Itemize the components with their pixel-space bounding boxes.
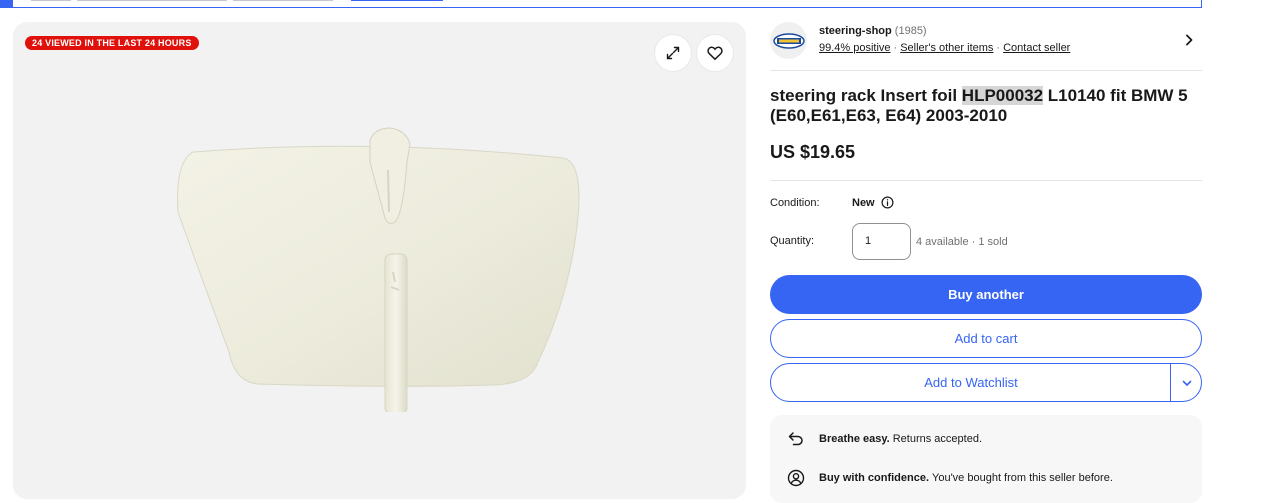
expand-icon (666, 46, 680, 60)
banner-text-fragment (31, 0, 71, 1)
add-to-cart-button[interactable]: Add to cart (770, 319, 1202, 358)
confidence-text: You've bought from this seller before. (932, 472, 1113, 484)
listing-title: steering rack Insert foil HLP00032 L1014… (770, 86, 1202, 126)
seller-card[interactable]: steering-shop (1985) 99.4% positive · Sell… (770, 22, 1202, 70)
assurance-panel: Breathe easy. Returns accepted. Buy with… (770, 415, 1202, 503)
returns-bold: Breathe easy. (819, 433, 890, 445)
contact-seller-link[interactable]: Contact seller (1003, 42, 1070, 54)
seller-logo-image (772, 32, 805, 49)
buy-another-button[interactable]: Buy another (770, 275, 1202, 314)
availability-text: 4 available · 1 sold (916, 236, 1008, 248)
add-to-watchlist-button[interactable]: Add to Watchlist (771, 375, 1171, 390)
user-circle-icon (786, 468, 806, 488)
seller-logo[interactable] (770, 22, 807, 59)
seller-feedback-count: (1985) (894, 25, 927, 37)
viewed-badge: 24 VIEWED IN THE LAST 24 HOURS (25, 36, 199, 50)
top-banner (0, 0, 1202, 8)
title-highlight: HLP00032 (961, 86, 1044, 105)
item-price: US $19.65 (770, 142, 856, 162)
condition-label: Condition: (770, 197, 820, 209)
quantity-input[interactable]: 1 (852, 223, 911, 260)
confidence-bold: Buy with confidence. (819, 472, 930, 484)
chevron-down-icon (1182, 380, 1191, 386)
watchlist-dropdown-button[interactable] (1171, 364, 1202, 401)
seller-links: 99.4% positive · Seller's other items · Cont… (819, 42, 1070, 54)
expand-button[interactable] (655, 35, 691, 71)
title-text: steering rack Insert foil (770, 86, 962, 105)
condition-value: New (852, 196, 875, 209)
product-image[interactable] (163, 122, 593, 412)
banner-text-fragment (77, 0, 227, 1)
watchlist-button-group: Add to Watchlist (770, 363, 1202, 402)
divider (770, 180, 1202, 181)
watch-heart-button[interactable] (697, 35, 733, 71)
banner-icon (1, 0, 13, 7)
image-gallery[interactable]: 24 VIEWED IN THE LAST 24 HOURS (13, 22, 746, 499)
chevron-right-icon[interactable] (1182, 33, 1196, 47)
seller-name-line: steering-shop (1985) (819, 25, 927, 37)
separator: · (996, 42, 1001, 54)
condition-value-group: New (852, 196, 894, 209)
banner-link[interactable] (351, 0, 443, 1)
confidence-row: Buy with confidence. You've bought from … (786, 468, 1113, 488)
return-arrow-icon (786, 429, 806, 449)
seller-positive-link[interactable]: 99.4% positive (819, 42, 891, 54)
divider (770, 70, 1202, 71)
info-icon[interactable] (881, 196, 894, 209)
seller-name[interactable]: steering-shop (819, 25, 892, 37)
quantity-label: Quantity: (770, 235, 815, 247)
returns-text: Returns accepted. (892, 433, 983, 445)
returns-row: Breathe easy. Returns accepted. (786, 429, 982, 449)
banner-text-fragment (233, 0, 333, 1)
separator: · (893, 42, 898, 54)
seller-other-items-link[interactable]: Seller's other items (900, 42, 993, 54)
heart-icon (707, 46, 723, 61)
